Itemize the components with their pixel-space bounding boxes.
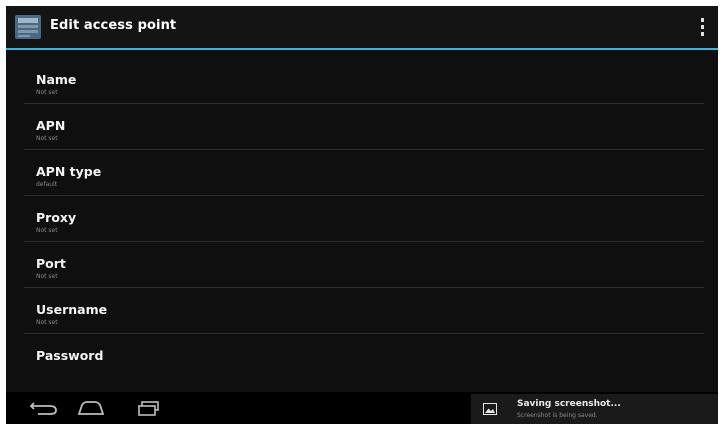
- overflow-dot: [700, 32, 704, 36]
- pref-apn[interactable]: APN Not set: [24, 104, 704, 150]
- pref-title: APN type: [36, 164, 102, 179]
- overflow-menu-icon[interactable]: [692, 14, 712, 40]
- screenshot-notification[interactable]: Saving screenshot... Screenshot is being…: [471, 394, 718, 424]
- android-screen: Edit access point Name Not set APN Not s…: [6, 6, 718, 424]
- pref-title: Username: [36, 302, 108, 317]
- action-bar-divider: [6, 48, 718, 50]
- page-title: Edit access point: [50, 18, 177, 33]
- apn-settings-list: Name Not set APN Not set APN type defaul…: [24, 58, 704, 380]
- pref-summary: Not set: [36, 273, 58, 280]
- pref-proxy[interactable]: Proxy Not set: [24, 196, 704, 242]
- pref-apn-type[interactable]: APN type default: [24, 150, 704, 196]
- notification-text: Screenshot is being saved.: [517, 412, 598, 419]
- pref-title: APN: [36, 118, 66, 133]
- pref-summary: Not set: [36, 135, 58, 142]
- pref-title: Port: [36, 256, 66, 271]
- pref-summary: Not set: [36, 227, 58, 234]
- image-icon: [483, 403, 497, 415]
- back-icon[interactable]: [30, 400, 60, 416]
- pref-title: Password: [36, 348, 104, 363]
- pref-title: Name: [36, 72, 77, 87]
- pref-summary: Not set: [36, 89, 58, 96]
- pref-summary: default: [36, 181, 58, 188]
- overflow-dot: [700, 18, 704, 22]
- notification-title: Saving screenshot...: [517, 399, 621, 409]
- pref-name[interactable]: Name Not set: [24, 58, 704, 104]
- pref-title: Proxy: [36, 210, 77, 225]
- home-icon[interactable]: [76, 400, 106, 416]
- pref-username[interactable]: Username Not set: [24, 288, 704, 334]
- pref-summary: Not set: [36, 319, 58, 326]
- pref-password[interactable]: Password: [24, 334, 704, 380]
- action-bar: Edit access point: [6, 6, 718, 48]
- recents-icon[interactable]: [134, 400, 164, 416]
- pref-port[interactable]: Port Not set: [24, 242, 704, 288]
- settings-app-icon[interactable]: [14, 13, 42, 41]
- overflow-dot: [700, 25, 704, 29]
